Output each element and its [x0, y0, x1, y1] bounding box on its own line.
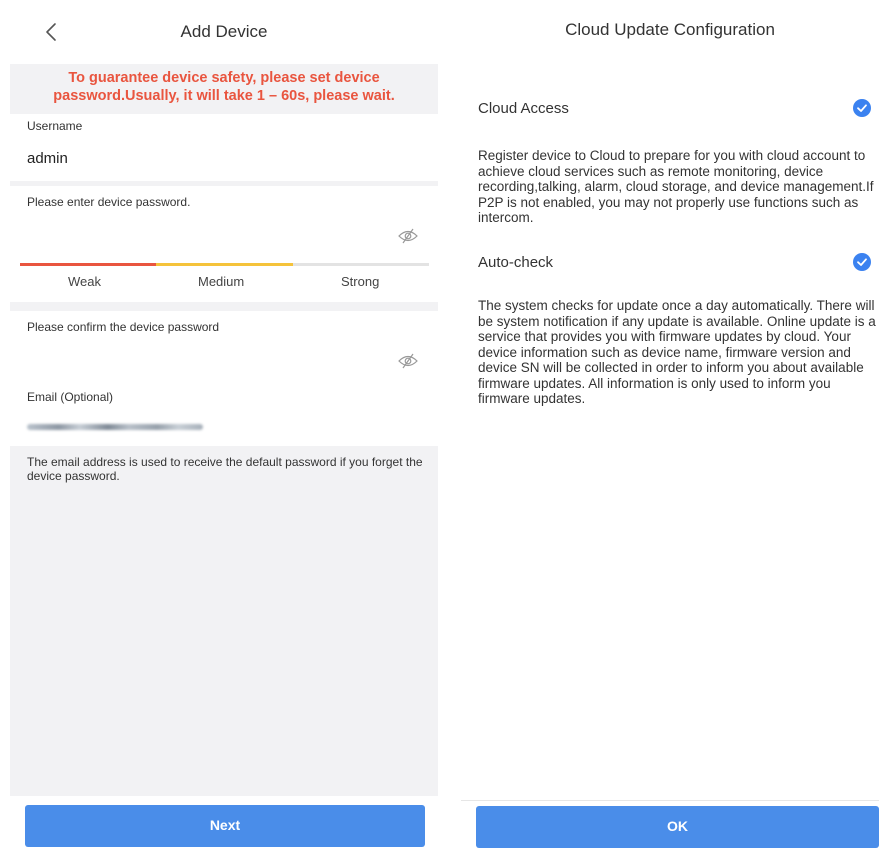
strength-bar-weak [20, 263, 156, 266]
add-device-screen: Add Device To guarantee device safety, p… [10, 0, 438, 848]
cloud-access-description: Register device to Cloud to prepare for … [478, 148, 874, 225]
username-field[interactable]: Username admin [10, 114, 438, 181]
username-label: Username [27, 119, 83, 133]
warning-line-2: password.Usually, it will take 1 – 60s, … [53, 88, 395, 104]
page-title: Cloud Update Configuration [565, 20, 775, 39]
confirm-password-field[interactable]: Please confirm the device password [10, 311, 438, 380]
check-circle-icon[interactable] [853, 253, 871, 271]
username-value[interactable]: admin [27, 150, 68, 167]
ok-button[interactable]: OK [476, 806, 879, 848]
confirm-password-input[interactable]: Please confirm the device password [27, 320, 219, 334]
warning-line-1: To guarantee device safety, please set d… [68, 70, 380, 86]
auto-check-label: Auto-check [478, 254, 554, 271]
strength-label-medium: Medium [198, 274, 245, 289]
cloud-access-label: Cloud Access [478, 100, 569, 117]
check-circle-icon[interactable] [853, 99, 871, 117]
eye-hidden-icon[interactable] [398, 353, 418, 369]
email-label: Email (Optional) [27, 390, 114, 404]
email-hint: The email address is used to receive the… [27, 455, 423, 483]
strength-label-strong: Strong [341, 274, 380, 289]
email-value-redacted[interactable] [27, 424, 203, 430]
next-button[interactable]: Next [25, 805, 425, 847]
safety-warning: To guarantee device safety, please set d… [10, 64, 438, 112]
cloud-update-screen: Cloud Update Configuration Cloud Access … [461, 0, 879, 848]
password-input[interactable]: Please enter device password. [27, 195, 190, 209]
strength-bar-strong [293, 263, 429, 266]
auto-check-description: The system checks for update once a day … [478, 298, 876, 406]
strength-bar-medium [156, 263, 293, 266]
nav-bar: Add Device [10, 0, 438, 64]
page-title: Add Device [180, 22, 268, 41]
bottom-divider [461, 800, 879, 801]
eye-hidden-icon[interactable] [398, 228, 418, 244]
email-field[interactable]: Email (Optional) [10, 380, 438, 446]
strength-label-weak: Weak [68, 274, 101, 289]
